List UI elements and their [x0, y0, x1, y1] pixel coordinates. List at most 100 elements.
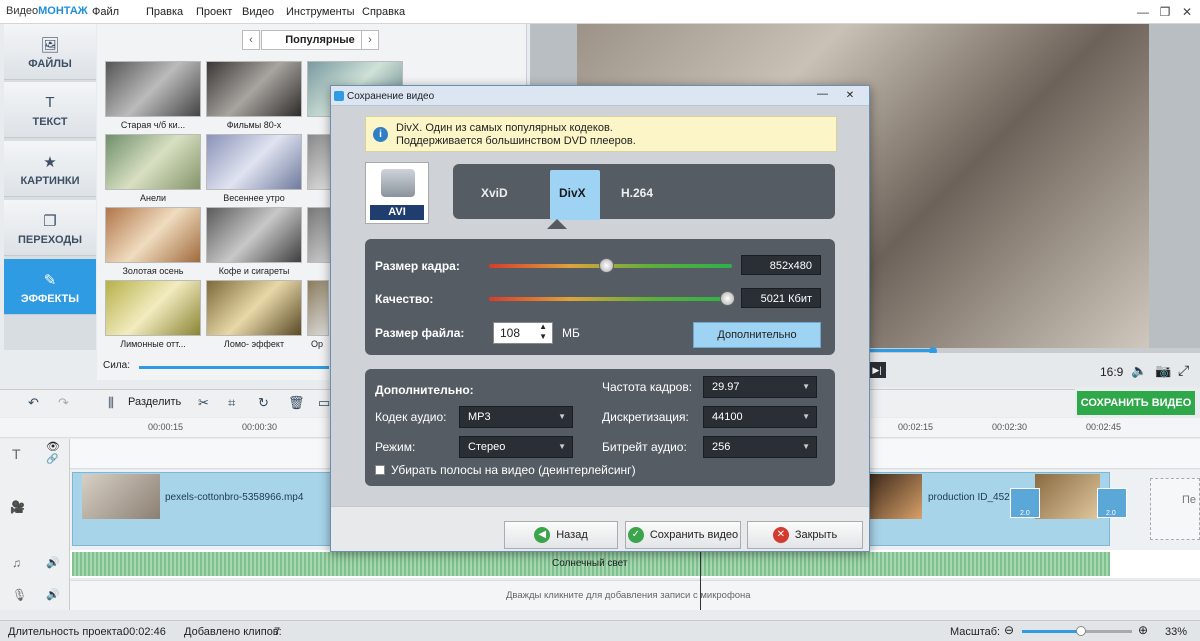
effect-thumb[interactable]: Весеннее утро	[206, 134, 302, 204]
dialog-title-bar[interactable]: Сохранение видео — ✕	[331, 86, 869, 106]
codec-xvid[interactable]: XviD	[481, 186, 508, 200]
zoom-slider-fill	[1022, 630, 1080, 633]
zoom-slider-knob[interactable]	[1076, 626, 1086, 636]
sidebar-item-effects[interactable]: ✎ ЭФФЕКТЫ	[4, 259, 96, 315]
effect-thumb[interactable]: Ломо- эффект	[206, 280, 302, 350]
more-tools-icon[interactable]: ▭	[318, 395, 330, 411]
sidebar-item-text[interactable]: T ТЕКСТ	[4, 82, 96, 138]
effect-thumb[interactable]: Старая ч/б ки...	[105, 61, 201, 131]
strength-slider[interactable]	[139, 366, 329, 369]
camera-icon[interactable]: 📷	[1155, 363, 1171, 379]
redo-icon[interactable]: ↷	[58, 395, 69, 411]
clip-thumbnail	[870, 474, 922, 519]
video-settings-panel: Размер кадра: 852x480 Качество: 5021 Кби…	[365, 239, 835, 355]
close-button[interactable]: ✕	[1178, 3, 1196, 21]
quality-knob[interactable]	[720, 291, 735, 306]
eye-icon[interactable]: 👁	[46, 440, 60, 453]
audio-volume-icon[interactable]: 🔊	[46, 556, 60, 569]
sidebar-item-files[interactable]: 🖼 ФАЙЛЫ	[4, 24, 96, 80]
category-next-button[interactable]: ›	[361, 30, 379, 50]
quality-value: 5021 Кбит	[741, 288, 821, 308]
sidebar: 🖼 ФАЙЛЫ T ТЕКСТ ★ КАРТИНКИ ❐ ПЕРЕХОДЫ ✎ ЭФФЕК…	[4, 24, 96, 350]
rotate-icon[interactable]: ↻	[258, 395, 269, 411]
menu-help[interactable]: Справка	[362, 6, 405, 18]
menu-file[interactable]: Файл	[92, 6, 119, 18]
save-video-button[interactable]: СОХРАНИТЬ ВИДЕО	[1077, 391, 1195, 415]
zoom-out-icon[interactable]: ⊖	[1004, 623, 1014, 637]
close-dialog-button[interactable]: ✕ Закрыть	[747, 521, 863, 549]
aspect-ratio[interactable]: 16:9	[1100, 365, 1123, 379]
menu-edit[interactable]: Правка	[146, 6, 183, 18]
ruler-tick: 00:02:45	[1086, 422, 1122, 432]
fullscreen-icon[interactable]: ⤢	[1178, 362, 1189, 379]
bitrate-dropdown[interactable]: 256 ▼	[703, 436, 817, 458]
file-size-input[interactable]: 108 ▲ ▼	[493, 322, 553, 344]
add-clip-placeholder[interactable]	[1150, 478, 1200, 540]
dialog-button-bar: ◀ Назад ✓ Сохранить видео ✕ Закрыть	[331, 506, 869, 551]
minimize-button[interactable]: —	[1134, 3, 1152, 21]
effect-thumb[interactable]: Анели	[105, 134, 201, 204]
split-icon[interactable]: ⫼	[108, 395, 114, 411]
codec-h264[interactable]: H.264	[621, 186, 653, 200]
bitrate-label: Битрейт аудио:	[602, 440, 687, 454]
spinner-icon[interactable]: ▲ ▼	[539, 322, 547, 342]
chevron-down-icon: ▼	[802, 382, 810, 391]
effect-thumb[interactable]: Фильмы 80-х	[206, 61, 302, 131]
undo-icon[interactable]: ↶	[28, 395, 39, 411]
sampling-dropdown[interactable]: 44100 ▼	[703, 406, 817, 428]
codec-pointer	[547, 219, 567, 229]
maximize-button[interactable]: ❐	[1156, 3, 1174, 21]
frame-size-value: 852x480	[741, 255, 821, 275]
next-frame-icon[interactable]: ▶|	[868, 362, 886, 378]
clip-thumbnail	[82, 474, 160, 519]
crop-icon[interactable]: ⌗	[228, 395, 235, 411]
text-track-icon: T	[12, 446, 21, 462]
effect-thumb[interactable]: Кофе и сигареты	[206, 207, 302, 277]
sidebar-item-transitions[interactable]: ❐ ПЕРЕХОДЫ	[4, 200, 96, 256]
fps-dropdown[interactable]: 29.97 ▼	[703, 376, 817, 398]
quality-slider[interactable]	[489, 297, 732, 301]
transitions-icon: ❐	[43, 213, 57, 230]
sampling-label: Дискретизация:	[602, 410, 689, 424]
menu-project[interactable]: Проект	[196, 6, 232, 18]
volume-icon[interactable]: 🔈	[1131, 363, 1147, 379]
effect-thumb[interactable]: Ор	[307, 280, 329, 350]
dialog-close-button[interactable]: ✕	[836, 89, 864, 103]
effect-thumb[interactable]: Лимонные отт...	[105, 280, 201, 350]
mode-dropdown[interactable]: Стерео ▼	[459, 436, 573, 458]
deinterlace-checkbox[interactable]	[375, 465, 385, 475]
advanced-title: Дополнительно:	[375, 383, 474, 397]
menu-video[interactable]: Видео	[242, 6, 274, 18]
file-size-unit: МБ	[562, 326, 580, 340]
duration-label: Длительность проекта:	[8, 626, 126, 638]
cut-icon[interactable]: ✂	[198, 395, 209, 411]
zoom-in-icon[interactable]: ⊕	[1138, 623, 1148, 637]
frame-size-knob[interactable]	[599, 258, 614, 273]
save-button[interactable]: ✓ Сохранить видео	[625, 521, 741, 549]
format-label: AVI	[370, 205, 424, 220]
link-icon[interactable]: 🔗	[46, 454, 58, 465]
dialog-minimize-button[interactable]: —	[817, 88, 828, 100]
category-prev-button[interactable]: ‹	[242, 30, 260, 50]
split-button[interactable]: Разделить	[128, 396, 181, 408]
microphone-icon: 🎙	[12, 588, 28, 602]
title-bar: ВидеоМОНТАЖ Файл Правка Проект Видео Инс…	[0, 0, 1200, 24]
close-icon: ✕	[772, 527, 789, 544]
audio-codec-dropdown[interactable]: MP3 ▼	[459, 406, 573, 428]
chevron-down-icon: ▼	[802, 412, 810, 421]
clips-label: Добавлено клипов:	[184, 626, 282, 638]
quality-label: Качество:	[375, 292, 434, 306]
track-headers	[0, 439, 70, 610]
codec-divx[interactable]: DivX	[559, 186, 586, 200]
advanced-button[interactable]: Дополнительно	[693, 322, 821, 348]
placeholder-text: Пе	[1182, 494, 1197, 506]
format-badge: AVI	[365, 162, 429, 224]
effect-thumb[interactable]: Золотая осень	[105, 207, 201, 277]
menu-tools[interactable]: Инструменты	[286, 6, 355, 18]
mic-hint: Дважды кликните для добавления записи с …	[506, 590, 751, 601]
mic-volume-icon[interactable]: 🔊	[46, 588, 60, 601]
sidebar-item-pictures[interactable]: ★ КАРТИНКИ	[4, 141, 96, 197]
back-button[interactable]: ◀ Назад	[504, 521, 618, 549]
zoom-value: 33%	[1165, 626, 1188, 638]
delete-icon[interactable]: 🗑	[288, 395, 305, 411]
